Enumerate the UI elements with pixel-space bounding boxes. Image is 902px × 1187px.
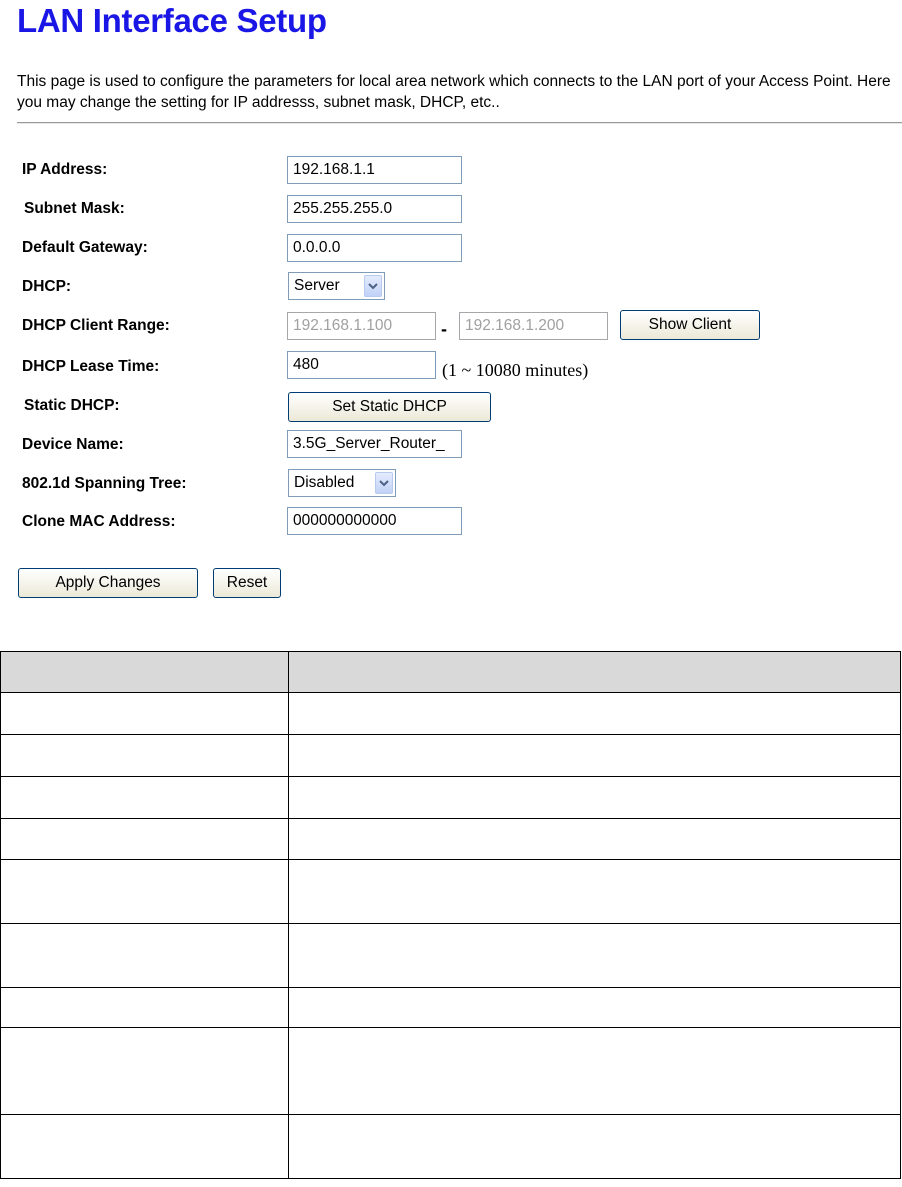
ip-address-label: IP Address: xyxy=(22,161,108,178)
table-cell xyxy=(288,987,901,1028)
table-cell xyxy=(0,776,289,819)
page-description: This page is used to configure the param… xyxy=(17,73,891,111)
table-cell xyxy=(0,923,289,988)
clone-mac-input[interactable] xyxy=(287,507,462,535)
dhcp-selected-value: Server xyxy=(294,277,340,294)
default-gateway-input[interactable] xyxy=(287,234,462,262)
spanning-tree-label: 802.1d Spanning Tree: xyxy=(22,475,187,492)
table-row xyxy=(0,1027,901,1115)
reset-button[interactable]: Reset xyxy=(213,568,281,598)
clone-mac-label: Clone MAC Address: xyxy=(22,513,176,530)
table-row xyxy=(0,776,901,819)
table-row xyxy=(0,692,901,735)
table-cell xyxy=(288,859,901,924)
table-row xyxy=(0,987,901,1028)
subnet-mask-input[interactable] xyxy=(287,195,462,223)
chevron-down-icon[interactable] xyxy=(364,275,382,297)
page-title: LAN Interface Setup xyxy=(17,2,327,39)
default-gateway-label: Default Gateway: xyxy=(22,239,148,256)
table-cell xyxy=(0,692,289,735)
chevron-down-icon[interactable] xyxy=(375,472,393,494)
dhcp-range-end-input[interactable] xyxy=(459,312,608,340)
device-name-label: Device Name: xyxy=(22,436,124,453)
table-cell xyxy=(0,818,289,860)
divider xyxy=(17,122,902,124)
table-cell xyxy=(288,923,901,988)
range-separator: - xyxy=(441,319,447,339)
dhcp-select[interactable]: Server xyxy=(288,272,385,300)
dhcp-lease-time-label: DHCP Lease Time: xyxy=(22,358,160,375)
table-cell xyxy=(288,1027,901,1115)
table-cell xyxy=(288,734,901,777)
spanning-tree-select[interactable]: Disabled xyxy=(288,469,396,497)
table-row xyxy=(0,734,901,777)
static-dhcp-label: Static DHCP: xyxy=(24,397,120,414)
settings-table xyxy=(0,651,901,1179)
table-row xyxy=(0,818,901,860)
table-cell xyxy=(288,1114,901,1179)
lease-time-hint: (1 ~ 10080 minutes) xyxy=(442,360,589,380)
table-row xyxy=(0,1114,901,1179)
table-cell xyxy=(0,1027,289,1115)
table-cell xyxy=(0,859,289,924)
dhcp-range-start-input[interactable] xyxy=(287,312,436,340)
dhcp-label: DHCP: xyxy=(22,278,72,295)
table-row xyxy=(0,923,901,988)
table-cell xyxy=(288,818,901,860)
show-client-button[interactable]: Show Client xyxy=(620,310,760,340)
table-row xyxy=(0,859,901,924)
set-static-dhcp-button[interactable]: Set Static DHCP xyxy=(288,392,491,422)
table-cell xyxy=(288,776,901,819)
table-header-cell xyxy=(0,651,289,693)
dhcp-client-range-label: DHCP Client Range: xyxy=(22,317,170,334)
table-cell xyxy=(288,692,901,735)
spanning-tree-selected-value: Disabled xyxy=(294,474,355,491)
device-name-input[interactable] xyxy=(287,430,462,458)
table-header-row xyxy=(0,651,901,693)
table-cell xyxy=(0,1114,289,1179)
apply-changes-button[interactable]: Apply Changes xyxy=(18,568,198,598)
table-header-cell xyxy=(288,651,901,693)
table-cell xyxy=(0,987,289,1028)
dhcp-lease-time-input[interactable] xyxy=(287,351,436,379)
ip-address-input[interactable] xyxy=(287,156,462,184)
table-cell xyxy=(0,734,289,777)
subnet-mask-label: Subnet Mask: xyxy=(24,200,125,217)
